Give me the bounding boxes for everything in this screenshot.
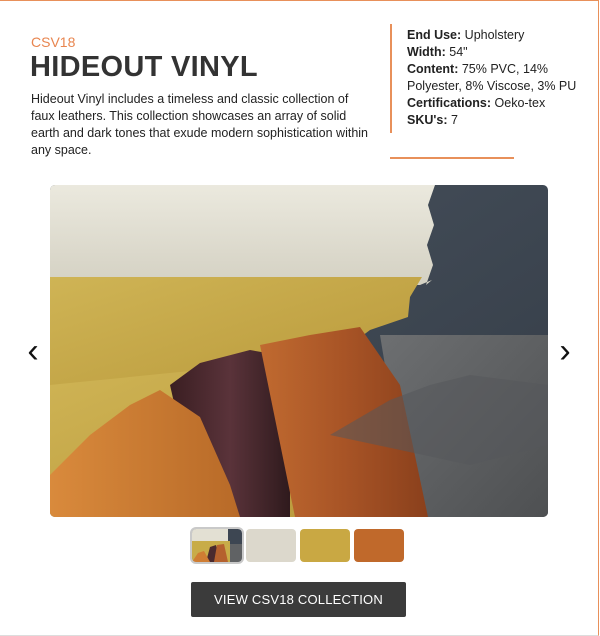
product-title: HIDEOUT VINYL: [30, 51, 258, 83]
thumbnail-mustard[interactable]: [300, 529, 350, 562]
thumbnail-image: [192, 529, 242, 562]
thumbnail-cream[interactable]: [246, 529, 296, 562]
thumbnail-collection-overview[interactable]: [190, 527, 244, 564]
fabric-swatches-image: [50, 185, 548, 517]
carousel-image: [50, 185, 548, 517]
spec-value: Oeko-tex: [491, 96, 546, 110]
spec-value: 7: [447, 113, 458, 127]
spec-value: Upholstery: [461, 28, 525, 42]
spec-content: Content: 75% PVC, 14% Polyester, 8% Visc…: [407, 61, 587, 95]
thumbnail-image: [300, 529, 350, 562]
specs-divider: [390, 157, 514, 159]
view-collection-button[interactable]: VIEW CSV18 COLLECTION: [191, 582, 406, 617]
product-description: Hideout Vinyl includes a timeless and cl…: [31, 92, 369, 157]
thumbnail-rust[interactable]: [354, 529, 404, 562]
spec-label: Content:: [407, 62, 459, 76]
spec-certifications: Certifications: Oeko-tex: [407, 95, 587, 112]
product-code: CSV18: [31, 34, 76, 50]
thumbnail-image: [246, 529, 296, 562]
spec-label: SKU's:: [407, 113, 448, 127]
thumbnail-image: [354, 529, 404, 562]
spec-skus: SKU's: 7: [407, 112, 587, 129]
spec-label: Certifications:: [407, 96, 492, 110]
specs-panel: End Use: Upholstery Width: 54" Content: …: [390, 24, 587, 133]
spec-label: Width:: [407, 45, 446, 59]
spec-label: End Use:: [407, 28, 462, 42]
spec-width: Width: 54": [407, 44, 587, 61]
chevron-left-icon[interactable]: ‹: [21, 334, 45, 368]
spec-end-use: End Use: Upholstery: [407, 27, 587, 44]
spec-value: 54": [445, 45, 468, 59]
chevron-right-icon[interactable]: ›: [553, 334, 577, 368]
